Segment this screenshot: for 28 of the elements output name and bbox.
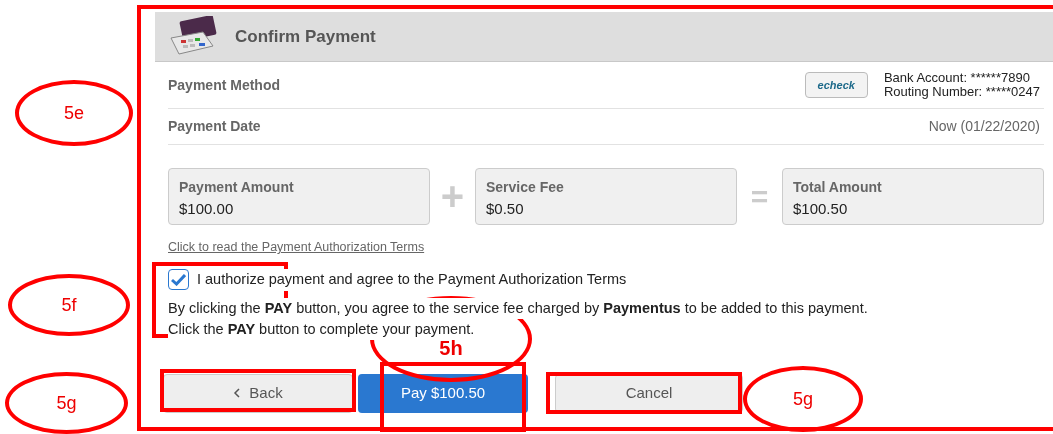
amount-value: $100.50 [793, 198, 849, 219]
echeck-badge: echeck [804, 71, 868, 99]
operator-sign: + [439, 173, 466, 220]
chevron-left-icon [233, 388, 242, 398]
terms-link[interactable]: Click to read the Payment Authorization Terms [168, 238, 1044, 257]
authorize-checkbox[interactable] [168, 269, 189, 291]
panel-title: Confirm Payment [235, 25, 376, 48]
account-detail: Bank Account: ******7890 [883, 71, 1031, 85]
amount-label: Payment Amount [179, 177, 295, 197]
card-terminal-icon [167, 15, 219, 58]
notice-text: Click the PAY button to complete your payment. [168, 318, 475, 340]
detail-label: Payment Date [168, 117, 261, 136]
pay-button[interactable]: Pay $100.50 [358, 373, 528, 413]
amount-value: $0.50 [486, 198, 525, 219]
callout-ellipse: 5e [15, 80, 133, 146]
callout-ellipse: 5f [8, 274, 130, 336]
account-detail: Routing Number: *****0247 [883, 85, 1040, 99]
authorize-label: I authorize payment and agree to the Payment Authorization Terms [197, 268, 627, 291]
callout-ellipse: 5g [743, 366, 863, 432]
operator-sign: = [749, 178, 770, 215]
amount-label: Total Amount [793, 177, 883, 197]
checkmark-icon [171, 273, 186, 286]
notice-text: By clicking the PAY button, you agree to the service fee charged by Paymentus to be added to this payment. [168, 297, 868, 319]
amount-value: $100.00 [179, 198, 235, 219]
callout-ellipse: 5g [5, 372, 128, 434]
amount-label: Service Fee [486, 177, 565, 197]
payment-date: Now (01/22/2020) [928, 117, 1041, 136]
detail-label: Payment Method [168, 75, 280, 95]
